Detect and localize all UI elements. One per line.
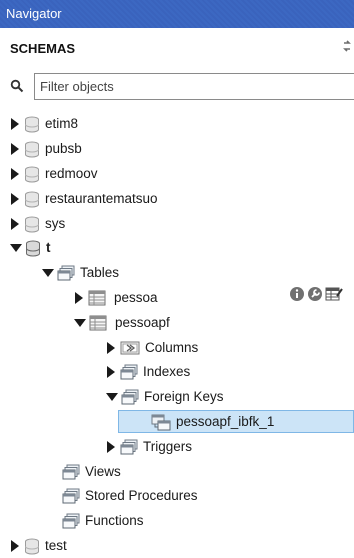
tables-label: Tables [80, 265, 120, 280]
database-icon [25, 116, 39, 132]
schema-item-pubsb[interactable]: pubsb [10, 137, 82, 161]
table-icon [88, 290, 106, 306]
tree-item-functions[interactable]: Functions [62, 509, 144, 533]
schema-label: redmoov [45, 166, 98, 181]
search-icon [10, 79, 24, 93]
schema-label: test [45, 538, 67, 553]
schema-label: pubsb [45, 141, 82, 156]
expand-arrow-icon[interactable] [106, 441, 116, 453]
collapse-arrow-icon[interactable] [10, 243, 22, 253]
schema-item-test[interactable]: test [10, 534, 67, 558]
tree-item-indexes[interactable]: Indexes [106, 360, 190, 384]
foreign-key-icon [151, 414, 171, 430]
foreign-key-label: pessoapf_ibfk_1 [176, 414, 275, 429]
database-icon [25, 191, 39, 207]
expand-arrow-icon[interactable] [10, 540, 20, 552]
triggers-label: Triggers [143, 439, 193, 454]
wrench-icon[interactable] [307, 286, 323, 302]
schemas-header: SCHEMAS [0, 36, 354, 62]
schema-item-sys[interactable]: sys [10, 212, 65, 236]
database-icon [25, 141, 39, 157]
info-icon[interactable] [289, 286, 305, 302]
database-icon [25, 216, 39, 232]
expand-arrow-icon[interactable] [106, 342, 116, 354]
schema-label: t [46, 240, 51, 255]
navigator-title-bar: Navigator [0, 0, 354, 28]
refresh-icon[interactable] [338, 36, 352, 62]
expand-arrow-icon[interactable] [10, 118, 20, 130]
foreign-key-item[interactable]: pessoapf_ibfk_1 [151, 410, 274, 434]
schema-item-etim8[interactable]: etim8 [10, 112, 78, 136]
schema-label: restaurantematsuo [45, 191, 158, 206]
tree-item-columns[interactable]: Columns [106, 336, 198, 360]
collapse-arrow-icon[interactable] [42, 268, 54, 278]
functions-folder-icon [62, 513, 80, 529]
expand-arrow-icon[interactable] [10, 143, 20, 155]
tree-item-stored-procedures[interactable]: Stored Procedures [62, 484, 198, 508]
database-icon [25, 166, 39, 182]
stored-procedures-folder-icon [62, 488, 80, 504]
schema-item-restaurantematsuo[interactable]: restaurantematsuo [10, 187, 158, 211]
panel-title: Navigator [6, 6, 62, 21]
expand-arrow-icon[interactable] [74, 292, 84, 304]
stored-procedures-label: Stored Procedures [85, 488, 198, 503]
schema-label: etim8 [45, 116, 79, 131]
row-action-icons [289, 286, 343, 306]
table-item-pessoapf[interactable]: pessoapf [74, 311, 170, 335]
filter-bar [0, 72, 354, 102]
table-label: pessoapf [115, 315, 170, 330]
columns-icon [120, 341, 140, 355]
database-icon [26, 240, 40, 256]
views-label: Views [85, 464, 121, 479]
indexes-label: Indexes [143, 364, 191, 379]
filter-objects-input[interactable] [34, 73, 354, 100]
expand-arrow-icon[interactable] [10, 168, 20, 180]
foreign-keys-label: Foreign Keys [144, 389, 224, 404]
tables-folder-icon [57, 265, 75, 281]
foreign-keys-folder-icon [121, 389, 139, 405]
schema-item-t[interactable]: t [10, 236, 51, 260]
views-folder-icon [62, 464, 80, 480]
table-item-pessoa[interactable]: pessoa [74, 286, 158, 310]
columns-label: Columns [145, 340, 199, 355]
table-icon [89, 315, 107, 331]
functions-label: Functions [85, 513, 144, 528]
collapse-arrow-icon[interactable] [106, 392, 118, 402]
tree-item-foreign-keys[interactable]: Foreign Keys [106, 385, 224, 409]
database-icon [25, 538, 39, 554]
tree-item-views[interactable]: Views [62, 460, 121, 484]
expand-arrow-icon[interactable] [10, 218, 20, 230]
tree-item-triggers[interactable]: Triggers [106, 435, 192, 459]
schema-item-redmoov[interactable]: redmoov [10, 162, 98, 186]
triggers-folder-icon [120, 439, 138, 455]
schema-label: sys [45, 216, 66, 231]
tree-item-tables[interactable]: Tables [42, 261, 119, 285]
expand-arrow-icon[interactable] [10, 193, 20, 205]
schemas-label: SCHEMAS [10, 41, 76, 56]
indexes-folder-icon [120, 364, 138, 380]
table-label: pessoa [114, 290, 158, 305]
table-data-icon[interactable] [325, 286, 343, 302]
expand-arrow-icon[interactable] [106, 366, 116, 378]
collapse-arrow-icon[interactable] [74, 318, 86, 328]
